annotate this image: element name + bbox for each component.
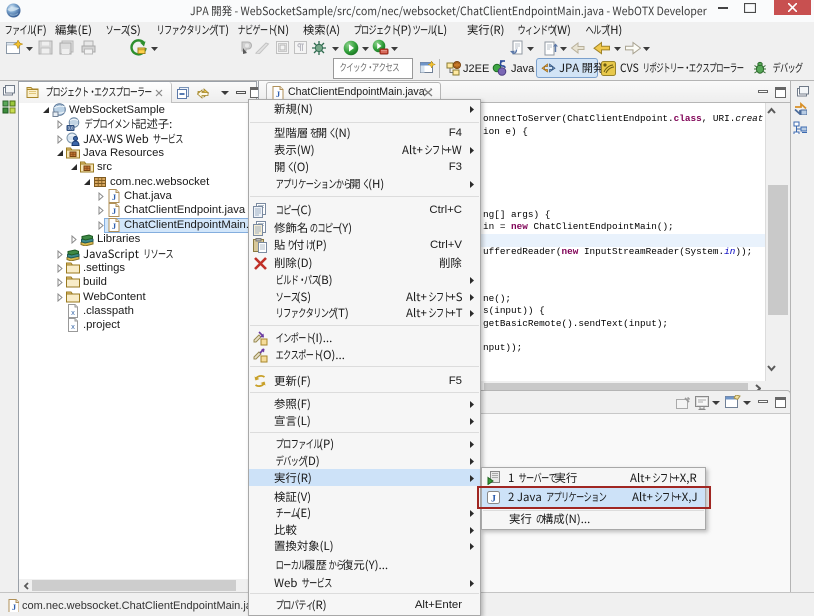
svg-text:x: x: [71, 308, 75, 317]
svg-text:3.0: 3.0: [68, 126, 74, 131]
svg-text:x: x: [71, 322, 75, 331]
